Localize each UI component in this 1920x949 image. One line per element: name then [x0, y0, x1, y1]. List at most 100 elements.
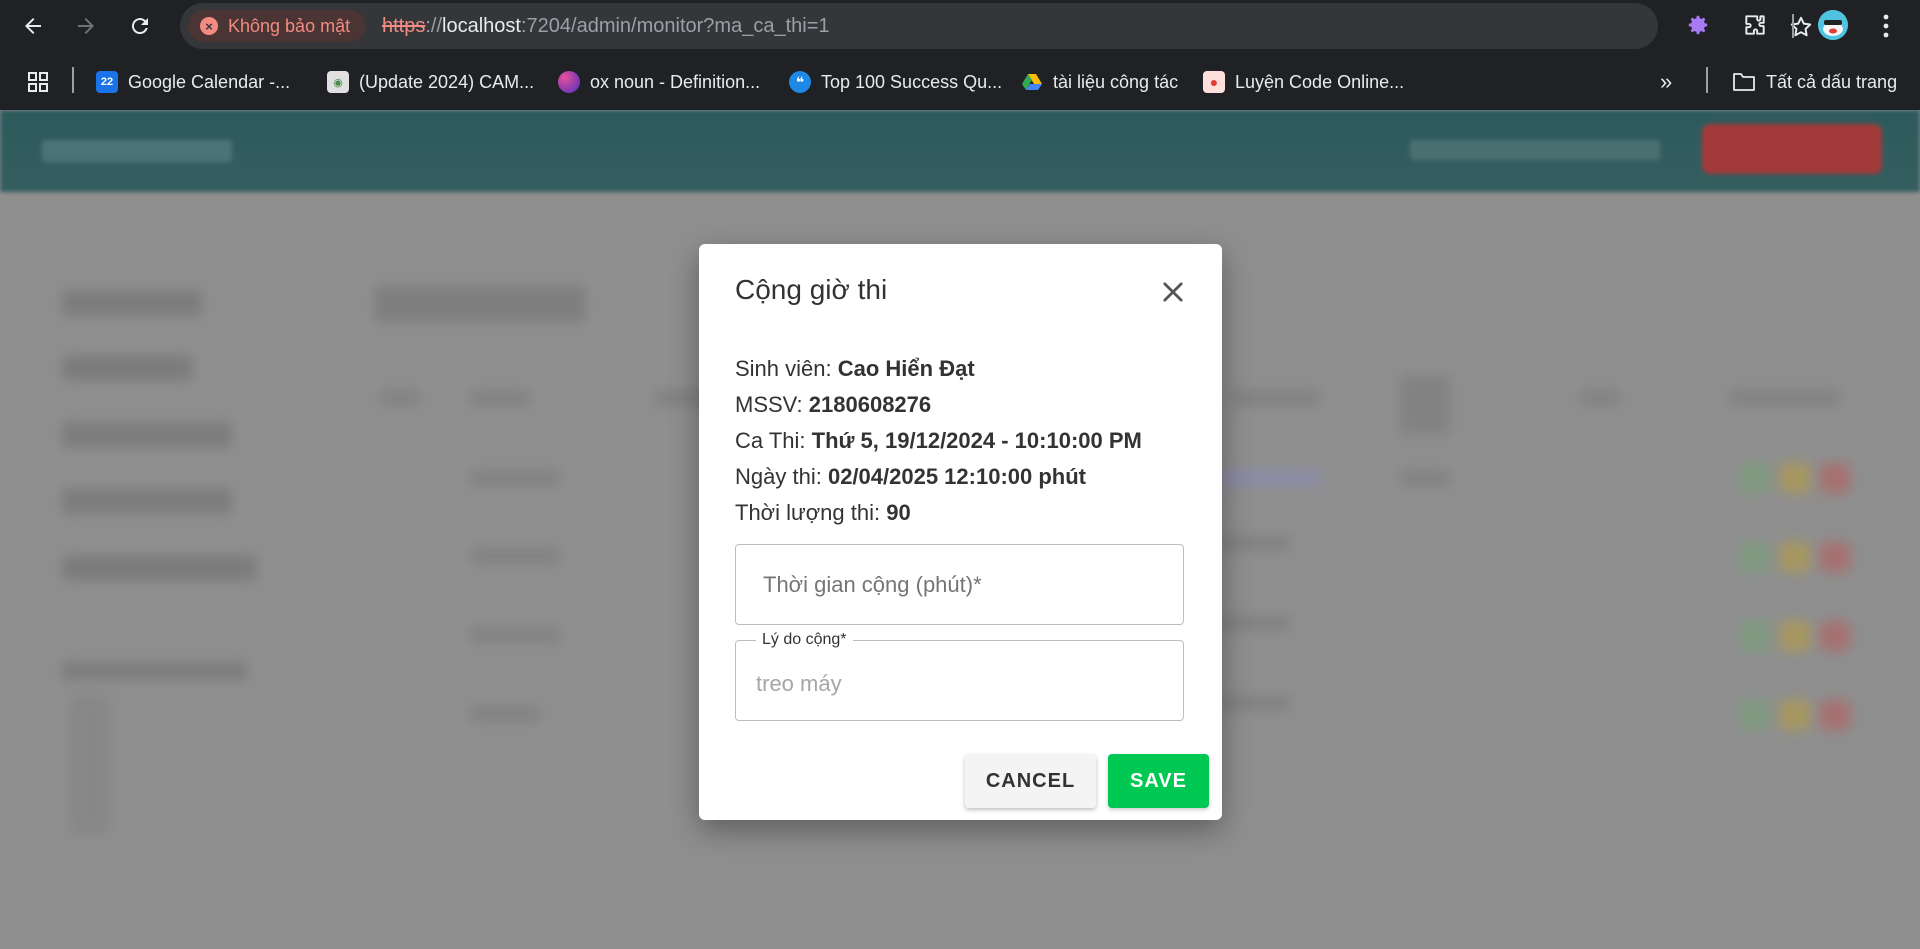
- action-button: [1740, 542, 1770, 572]
- action-button: [1780, 621, 1810, 651]
- action-button: [1740, 463, 1770, 493]
- all-bookmarks-folder[interactable]: Tất cả dấu trang: [1732, 68, 1897, 96]
- error-icon: ×: [200, 17, 218, 35]
- sidebar-item: [62, 422, 232, 448]
- forward-icon[interactable]: [68, 8, 104, 44]
- url-text[interactable]: https://localhost:7204/admin/monitor?ma_…: [382, 15, 830, 38]
- table-cell: [1220, 535, 1290, 551]
- reason-field: Lý do cộng*: [735, 631, 1184, 721]
- mssv-info-row: MSSV: 2180608276: [735, 392, 931, 418]
- apps-grid-icon[interactable]: [26, 70, 50, 94]
- table-header-cell: [1580, 390, 1620, 406]
- table-cell: [1220, 615, 1290, 631]
- bookmark-item[interactable]: ◉ (Update 2024) CAM...: [327, 68, 534, 96]
- folder-icon: [1733, 73, 1755, 91]
- bookmark-item[interactable]: ● Luyện Code Online...: [1203, 68, 1404, 96]
- action-button: [1740, 621, 1770, 651]
- table-header-cell: [1730, 390, 1840, 406]
- more-bookmarks-icon[interactable]: »: [1660, 68, 1672, 96]
- bookmark-item[interactable]: ox noun - Definition...: [558, 68, 760, 96]
- add-time-field: [735, 544, 1184, 625]
- student-label: Sinh viên:: [735, 356, 832, 381]
- action-button: [1780, 463, 1810, 493]
- cancel-button[interactable]: CANCEL: [965, 754, 1096, 808]
- mssv-value: 2180608276: [808, 392, 932, 417]
- bookmark-item[interactable]: ❝ Top 100 Success Qu...: [789, 68, 1002, 96]
- profile-avatar[interactable]: [1818, 10, 1848, 40]
- table-header-cell: [1400, 375, 1450, 435]
- app-logo: [42, 140, 232, 162]
- more-menu-icon[interactable]: [1878, 12, 1894, 40]
- close-icon[interactable]: [1159, 278, 1187, 306]
- reload-icon[interactable]: [122, 8, 158, 44]
- header-user-info: [1410, 140, 1660, 160]
- date-value: 02/04/2025 12:10:00 phút: [827, 464, 1086, 489]
- table-header-cell: [380, 390, 420, 406]
- session-label: Ca Thi:: [735, 428, 806, 453]
- action-button: [1820, 463, 1850, 493]
- duration-label: Thời lượng thi:: [735, 500, 881, 525]
- sidebar-section: [62, 662, 247, 680]
- bookmarks-divider: [72, 67, 74, 93]
- security-label: Không bảo mật: [228, 15, 351, 36]
- reason-input[interactable]: [736, 641, 1183, 720]
- table-cell: [1400, 470, 1450, 486]
- duration-info-row: Thời lượng thi: 90: [735, 500, 911, 526]
- url-host: localhost: [442, 15, 521, 37]
- bookmark-label: Google Calendar -...: [128, 71, 291, 92]
- action-button: [1820, 542, 1850, 572]
- logout-button: [1702, 124, 1882, 174]
- bookmark-item[interactable]: tài liệu công tác: [1021, 68, 1178, 96]
- security-chip[interactable]: × Không bảo mật: [188, 10, 367, 42]
- session-info-row: Ca Thi: Thứ 5, 19/12/2024 - 10:10:00 PM: [735, 428, 1142, 454]
- sidebar-item: [62, 555, 257, 581]
- table-header-cell: [470, 390, 530, 406]
- url-separator: ://: [425, 15, 443, 37]
- mssv-label: MSSV:: [735, 392, 803, 417]
- bookmark-label: ox noun - Definition...: [590, 71, 761, 92]
- action-button: [1740, 700, 1770, 730]
- table-header-cell: [1230, 390, 1320, 406]
- add-time-input[interactable]: [736, 545, 1183, 624]
- sidebar-item: [62, 355, 192, 381]
- code-icon: ●: [1203, 71, 1225, 93]
- student-value: Cao Hiển Đạt: [837, 356, 975, 381]
- action-button: [1780, 700, 1810, 730]
- table-cell: [470, 706, 540, 722]
- table-cell: [470, 548, 560, 564]
- sidebar-item: [62, 290, 202, 316]
- browser-toolbar: × Không bảo mật https://localhost:7204/a…: [0, 0, 1920, 52]
- bookmark-label: (Update 2024) CAM...: [359, 71, 535, 92]
- url-path: :7204/admin/monitor?ma_ca_thi=1: [520, 15, 830, 37]
- session-value: Thứ 5, 19/12/2024 - 10:10:00 PM: [811, 428, 1142, 453]
- back-icon[interactable]: [15, 8, 51, 44]
- quote-icon: ❝: [789, 71, 811, 93]
- table-cell: [1220, 695, 1290, 711]
- url-scheme: https: [382, 15, 426, 37]
- address-bar[interactable]: × Không bảo mật https://localhost:7204/a…: [180, 3, 1812, 49]
- student-info-row: Sinh viên: Cao Hiển Đạt: [735, 356, 975, 382]
- dialog-title: Cộng giờ thi: [735, 274, 888, 305]
- table-cell: [470, 470, 560, 486]
- all-bookmarks-label: Tất cả dấu trang: [1766, 71, 1898, 92]
- calendar-icon: 22: [96, 71, 118, 93]
- extensions-puzzle-icon[interactable]: [1742, 12, 1768, 38]
- app-header: [0, 110, 1920, 192]
- toolbar-divider: [1792, 14, 1794, 38]
- action-button: [1820, 700, 1850, 730]
- bookmarks-divider: [1706, 67, 1708, 93]
- add-exam-time-dialog: Cộng giờ thi Sinh viên: Cao Hiển Đạt MSS…: [699, 244, 1222, 820]
- table-cell: [470, 627, 560, 643]
- action-button: [1820, 621, 1850, 651]
- oxford-icon: [558, 71, 580, 93]
- bookmark-item[interactable]: 22 Google Calendar -...: [96, 68, 290, 96]
- duration-value: 90: [886, 500, 911, 525]
- drive-icon: [1022, 74, 1042, 90]
- table-cell: [1220, 470, 1320, 486]
- action-button: [1780, 542, 1810, 572]
- cam-icon: ◉: [327, 71, 349, 93]
- save-button[interactable]: SAVE: [1108, 754, 1209, 808]
- page-title: [375, 286, 585, 322]
- bookmark-label: Luyện Code Online...: [1235, 71, 1405, 92]
- extension-gear-icon[interactable]: [1685, 12, 1711, 38]
